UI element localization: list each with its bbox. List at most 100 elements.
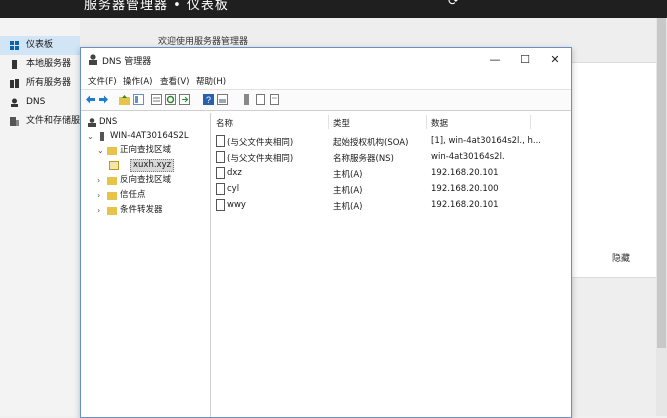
tree-label: 信任点: [120, 190, 146, 200]
record-name: wwy: [227, 200, 246, 210]
menu-help[interactable]: 帮助(H): [196, 75, 226, 87]
column-header-data[interactable]: 数据: [431, 117, 448, 129]
view-icon[interactable]: [217, 94, 228, 105]
scrollbar-thumb[interactable]: [657, 18, 666, 348]
sidebar-item-dns[interactable]: DNS: [0, 93, 80, 112]
sidebar-item-label: 文件和存储服务: [26, 116, 80, 126]
dns-window-title: DNS 管理器: [102, 57, 152, 67]
sidebar-item-local-server[interactable]: 本地服务器: [0, 55, 80, 74]
table-row[interactable]: wwy 主机(A) 192.168.20.101: [212, 198, 569, 214]
welcome-heading: 欢迎使用服务器管理器: [158, 37, 249, 47]
record-icon: [216, 199, 225, 211]
tree-label: 反向查找区域: [120, 175, 172, 185]
minimize-button[interactable]: —: [481, 51, 509, 69]
record-name: (与父文件夹相同): [227, 138, 294, 148]
record-data: 192.168.20.101: [431, 168, 499, 178]
record-data: [1], win-4at30164s2l., h...: [431, 136, 541, 146]
zone-file-icon: [109, 161, 119, 170]
tree-item-reverse-zones[interactable]: › 反向查找区域: [97, 174, 209, 187]
records-list: 名称 类型 数据 (与父文件夹相同) 起始授权机构(SOA) [1], win-…: [212, 113, 569, 417]
folder-icon: [107, 207, 117, 215]
record-type: 名称服务器(NS): [333, 154, 394, 164]
table-row[interactable]: dxz 主机(A) 192.168.20.101: [212, 166, 569, 182]
tree-item-conditional-forwarders[interactable]: › 条件转发器: [97, 204, 209, 217]
menu-action[interactable]: 操作(A): [123, 75, 152, 87]
server-icon[interactable]: [241, 94, 252, 105]
table-row[interactable]: (与父文件夹相同) 起始授权机构(SOA) [1], win-4at30164s…: [212, 134, 569, 150]
new-record-icon[interactable]: [269, 94, 280, 105]
properties-icon[interactable]: [151, 94, 162, 105]
sidebar-item-all-servers[interactable]: 所有服务器: [0, 74, 80, 93]
tree-item-forward-zones[interactable]: ⌄ 正向查找区域: [97, 144, 209, 157]
folder-icon: [107, 147, 117, 155]
sidebar-item-file-storage[interactable]: 文件和存储服务: [0, 112, 80, 131]
server-manager-titlebar: 服务器管理器 • 仪表板 ⟳: [0, 0, 667, 18]
server-manager-sidebar: 仪表板 本地服务器 所有服务器 DNS 文件和存储服务: [0, 18, 80, 416]
refresh-icon[interactable]: ⟳: [448, 0, 459, 9]
toolbar: ?: [81, 89, 571, 111]
column-header-name[interactable]: 名称: [216, 117, 233, 129]
forward-arrow-icon[interactable]: [98, 94, 109, 105]
tree-item-server[interactable]: ⌄ WIN-4AT30164S2L: [87, 130, 209, 143]
svg-text:?: ?: [206, 95, 211, 105]
table-row[interactable]: (与父文件夹相同) 名称服务器(NS) win-4at30164s2l.: [212, 150, 569, 166]
record-icon: [216, 151, 225, 163]
record-icon: [216, 167, 225, 179]
record-type: 起始授权机构(SOA): [333, 138, 409, 148]
expand-chevron-icon[interactable]: ⌄: [97, 144, 105, 157]
expand-chevron-icon[interactable]: ⌄: [87, 130, 95, 143]
show-hide-tree-icon[interactable]: [133, 94, 144, 105]
servers-icon: [10, 79, 19, 88]
record-name: dxz: [227, 168, 242, 178]
folder-icon: [107, 192, 117, 200]
record-data: 192.168.20.101: [431, 200, 499, 210]
back-arrow-icon[interactable]: [85, 94, 96, 105]
server-icon: [100, 132, 104, 141]
sidebar-item-label: DNS: [26, 97, 46, 107]
help-icon[interactable]: ?: [203, 94, 214, 105]
column-header-type[interactable]: 类型: [333, 117, 350, 129]
expand-chevron-icon[interactable]: ›: [97, 174, 105, 187]
record-name: cyl: [227, 184, 240, 194]
tree-label: 条件转发器: [120, 205, 163, 215]
storage-icon: [10, 117, 19, 126]
record-name: (与父文件夹相同): [227, 154, 294, 164]
sidebar-item-label: 所有服务器: [26, 78, 72, 88]
record-type: 主机(A): [333, 186, 363, 196]
tree-item-dns-root[interactable]: DNS: [85, 116, 205, 129]
tree-label: xuxh.xyz: [130, 159, 175, 172]
record-icon: [216, 183, 225, 195]
column-divider[interactable]: [530, 115, 531, 129]
column-divider[interactable]: [426, 115, 427, 129]
record-type: 主机(A): [333, 202, 363, 212]
up-folder-icon[interactable]: [119, 94, 130, 105]
expand-chevron-icon[interactable]: ›: [97, 189, 105, 202]
tree-item-zone-selected[interactable]: xuxh.xyz: [109, 159, 179, 172]
welcome-panel: [560, 62, 658, 278]
record-icon: [216, 135, 225, 147]
record-data: win-4at30164s2l.: [431, 152, 505, 162]
tree-pane: DNS ⌄ WIN-4AT30164S2L ⌄ 正向查找区域 xuxh.xyz …: [83, 113, 211, 417]
close-button[interactable]: ✕: [541, 51, 569, 69]
export-list-icon[interactable]: [179, 94, 190, 105]
server-icon: [12, 60, 17, 69]
sidebar-item-label: 本地服务器: [26, 59, 72, 69]
menu-bar: 文件(F) 操作(A) 查看(V) 帮助(H): [81, 72, 571, 88]
record-icon[interactable]: [255, 94, 266, 105]
tree-label: 正向查找区域: [120, 145, 172, 155]
tree-item-trust-points[interactable]: › 信任点: [97, 189, 209, 202]
menu-view[interactable]: 查看(V): [160, 75, 189, 87]
maximize-button[interactable]: ☐: [511, 51, 539, 69]
dns-window-titlebar[interactable]: DNS 管理器 — ☐ ✕: [81, 48, 571, 72]
sidebar-item-dashboard[interactable]: 仪表板: [0, 36, 80, 55]
sidebar-item-label: 仪表板: [26, 40, 54, 50]
tree-label: DNS: [99, 117, 118, 127]
menu-file[interactable]: 文件(F): [88, 75, 117, 87]
expand-chevron-icon[interactable]: ›: [97, 204, 105, 217]
dns-icon: [88, 118, 96, 127]
table-row[interactable]: cyl 主机(A) 192.168.20.100: [212, 182, 569, 198]
hide-link[interactable]: 隐藏: [612, 251, 630, 264]
column-divider[interactable]: [328, 115, 329, 129]
folder-icon: [107, 177, 117, 185]
refresh-icon[interactable]: [165, 94, 176, 105]
